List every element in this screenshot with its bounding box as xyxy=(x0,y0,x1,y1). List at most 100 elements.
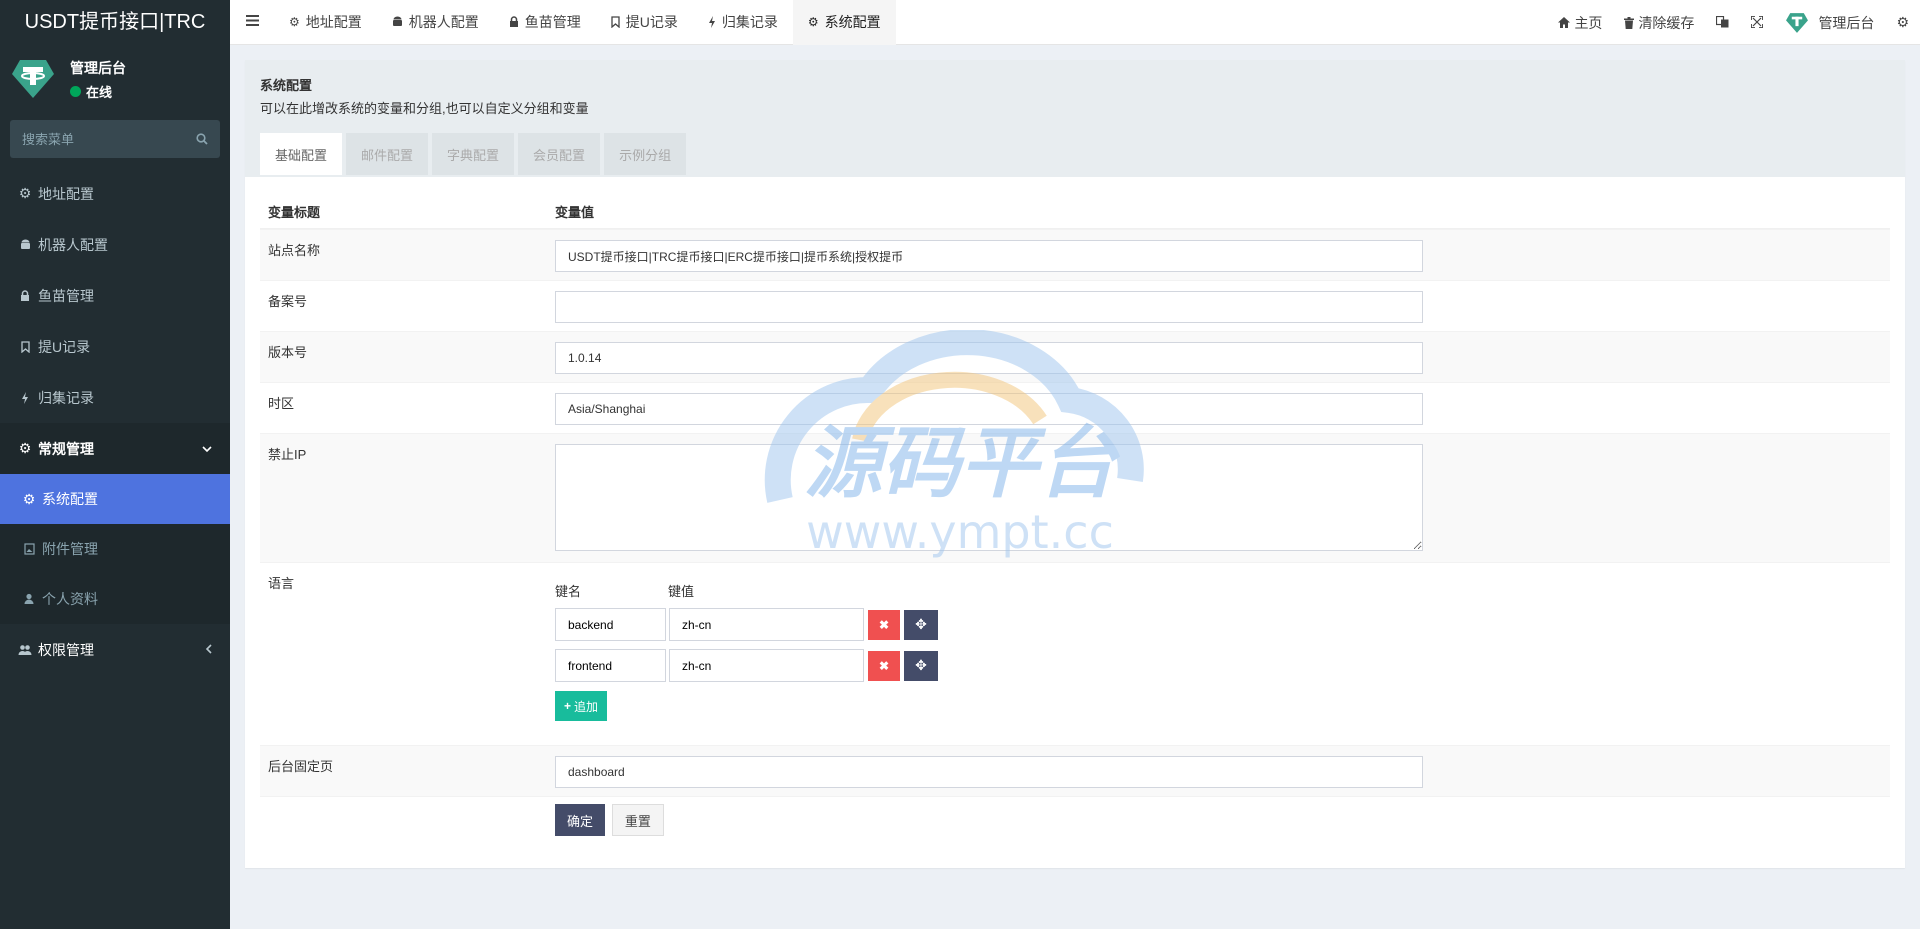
clear-cache-button[interactable]: 清除缓存 xyxy=(1613,0,1705,45)
plus-icon: + xyxy=(564,699,572,713)
panel-heading: 系统配置 可以在此增改系统的变量和分组,也可以自定义分组和变量 基础配置 邮件配… xyxy=(245,60,1905,177)
fixed-page-input[interactable] xyxy=(555,756,1423,788)
table-row: 站点名称 xyxy=(260,229,1890,280)
version-input[interactable] xyxy=(555,342,1423,374)
forbidden-ip-textarea[interactable] xyxy=(555,444,1423,551)
list-item: ✖ ✥ xyxy=(555,608,1890,641)
sidebar-item-profile[interactable]: 个人资料 xyxy=(0,574,230,624)
chevron-left-icon xyxy=(205,643,212,657)
tab-member-config[interactable]: 会员配置 xyxy=(518,133,601,175)
kv-key-input[interactable] xyxy=(555,608,666,641)
field-label: 后台固定页 xyxy=(268,759,334,774)
bolt-icon xyxy=(708,16,716,28)
gear-icon: ⚙ xyxy=(18,185,32,201)
kv-value-input[interactable] xyxy=(669,649,864,682)
user-status-label: 在线 xyxy=(86,84,113,100)
kv-key-head: 键名 xyxy=(555,584,582,599)
tab-robot-config[interactable]: 机器人配置 xyxy=(377,0,494,45)
android-icon xyxy=(392,16,403,28)
table-row: 版本号 xyxy=(260,331,1890,382)
user-icon xyxy=(22,593,36,605)
append-row-button[interactable]: + 追加 xyxy=(555,691,608,721)
tether-avatar-icon xyxy=(1786,12,1809,33)
lock-icon xyxy=(509,16,519,28)
remove-row-button[interactable]: ✖ xyxy=(868,650,900,681)
expand-icon xyxy=(1750,14,1765,31)
sidebar-item-fish-management[interactable]: 鱼苗管理 xyxy=(0,270,230,321)
gear-icon: ⚙ xyxy=(289,15,300,29)
navbar-right: 主页 清除缓存 管理后台 ⚙ xyxy=(1547,0,1920,45)
tab-label: 鱼苗管理 xyxy=(524,14,581,30)
move-icon: ✥ xyxy=(915,657,927,673)
sidebar-group-permissions[interactable]: 权限管理 xyxy=(0,624,230,675)
tab-label: 归集记录 xyxy=(721,14,778,30)
sidebar-item-address-config[interactable]: ⚙ 地址配置 xyxy=(0,168,230,219)
bookmark-icon xyxy=(18,340,32,353)
list-item: ✖ ✥ xyxy=(555,649,1890,682)
sidebar-item-system-config[interactable]: ⚙ 系统配置 xyxy=(0,474,230,524)
kv-value-head: 键值 xyxy=(668,584,695,599)
close-icon: ✖ xyxy=(878,658,890,673)
table-row: 备案号 xyxy=(260,280,1890,331)
tab-address-config[interactable]: ⚙ 地址配置 xyxy=(274,0,377,45)
tab-fish-management[interactable]: 鱼苗管理 xyxy=(494,0,596,45)
brand-title[interactable]: USDT提币接口|TRC xyxy=(0,0,230,45)
sidebar-item-label: 个人资料 xyxy=(42,591,98,607)
user-panel: 管理后台 在线 xyxy=(0,45,230,113)
lock-icon xyxy=(18,289,32,302)
sidebar-item-collect-records[interactable]: 归集记录 xyxy=(0,372,230,423)
reset-button[interactable]: 重置 xyxy=(611,804,664,836)
users-icon xyxy=(18,644,32,656)
home-icon xyxy=(1558,17,1571,28)
table-row: 禁止IP xyxy=(260,433,1890,562)
tab-system-config[interactable]: ⚙ 系统配置 xyxy=(792,0,896,45)
sidebar-toggle-button[interactable] xyxy=(230,0,274,45)
timezone-input[interactable] xyxy=(555,393,1423,425)
beian-input[interactable] xyxy=(555,291,1423,323)
sidebar-item-label: 附件管理 xyxy=(42,541,98,557)
tab-withdraw-records[interactable]: 提U记录 xyxy=(596,0,693,45)
table-row: 后台固定页 xyxy=(260,745,1890,796)
header-var-title: 变量标题 xyxy=(268,205,321,220)
translate-icon xyxy=(1716,15,1729,31)
user-status: 在线 xyxy=(70,82,126,101)
translate-button[interactable] xyxy=(1705,0,1740,45)
site-name-input[interactable] xyxy=(555,240,1423,272)
field-label: 版本号 xyxy=(268,345,308,360)
sidebar-item-attachments[interactable]: 附件管理 xyxy=(0,524,230,574)
tab-collect-records[interactable]: 归集记录 xyxy=(693,0,793,45)
tab-dictionary-config[interactable]: 字典配置 xyxy=(432,133,515,175)
drag-row-button[interactable]: ✥ xyxy=(904,609,938,640)
remove-row-button[interactable]: ✖ xyxy=(868,609,900,640)
fullscreen-button[interactable] xyxy=(1740,0,1774,45)
control-sidebar-button[interactable]: ⚙ xyxy=(1885,0,1920,45)
sidebar-item-robot-config[interactable]: 机器人配置 xyxy=(0,219,230,270)
hamburger-icon xyxy=(245,13,259,31)
drag-row-button[interactable]: ✥ xyxy=(904,650,938,681)
admin-user-menu[interactable]: 管理后台 xyxy=(1774,0,1885,45)
tab-label: 系统配置 xyxy=(824,14,881,30)
sidebar-group-general[interactable]: ⚙ 常规管理 xyxy=(0,423,230,474)
gears-icon: ⚙ xyxy=(18,440,32,456)
top-navbar: ⚙ 地址配置 机器人配置 鱼苗管理 提U记录 归集记录 ⚙ 系统配置 主页 清除… xyxy=(230,0,1920,45)
search-icon[interactable] xyxy=(196,133,208,145)
sidebar-item-label: 鱼苗管理 xyxy=(38,287,94,304)
menu-search-input[interactable] xyxy=(22,131,182,147)
admin-label: 管理后台 xyxy=(1818,14,1875,31)
sidebar-submenu: ⚙ 系统配置 附件管理 个人资料 xyxy=(0,474,230,624)
sidebar-item-label: 机器人配置 xyxy=(38,236,108,253)
sidebar-item-withdraw-records[interactable]: 提U记录 xyxy=(0,321,230,372)
gear-icon: ⚙ xyxy=(22,490,36,507)
home-link[interactable]: 主页 xyxy=(1547,0,1613,45)
tab-email-config[interactable]: 邮件配置 xyxy=(346,133,429,175)
sidebar-group-label: 常规管理 xyxy=(38,440,94,457)
trash-icon xyxy=(1624,16,1635,29)
sidebar-item-label: 提U记录 xyxy=(38,338,91,355)
kv-key-input[interactable] xyxy=(555,649,666,682)
tab-example-group[interactable]: 示例分组 xyxy=(604,133,687,175)
kv-value-input[interactable] xyxy=(669,608,864,641)
submit-button[interactable]: 确定 xyxy=(555,804,606,836)
sidebar: USDT提币接口|TRC 管理后台 在线 ⚙ 地址配置 机器人配置 xyxy=(0,0,230,929)
tab-basic-config[interactable]: 基础配置 xyxy=(260,133,343,175)
field-label: 站点名称 xyxy=(268,243,321,258)
